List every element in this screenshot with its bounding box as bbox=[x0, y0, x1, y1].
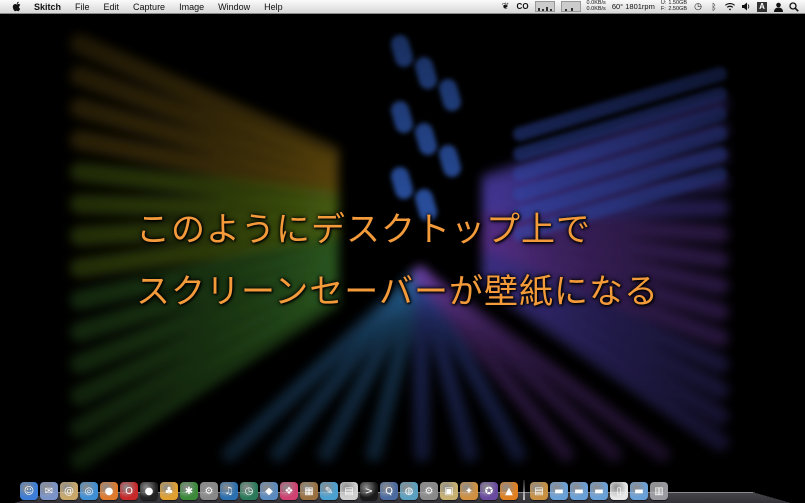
quicktime-icon[interactable]: Q bbox=[380, 482, 398, 500]
vlc-icon[interactable]: ▲ bbox=[500, 482, 518, 500]
menu-extras: ❦ CO 0.0KB/s 0.0KB/s 60° 1801rpm U: F: 1… bbox=[501, 0, 799, 13]
menu-file[interactable]: File bbox=[68, 2, 97, 12]
network-speed[interactable]: 0.0KB/s 0.0KB/s bbox=[586, 0, 606, 12]
itunes-icon[interactable]: ♫ bbox=[220, 482, 238, 500]
menu-bar: Skitch File Edit Capture Image Window He… bbox=[0, 0, 805, 14]
ninja-app-icon[interactable]: ✪ bbox=[480, 482, 498, 500]
system-preferences-icon[interactable]: ⚙ bbox=[420, 482, 438, 500]
time-machine-icon[interactable]: ◷ bbox=[240, 482, 258, 500]
time-machine-menu-icon[interactable]: ◷ bbox=[693, 1, 703, 12]
user-icon[interactable] bbox=[773, 2, 783, 12]
network-app-icon[interactable]: ◍ bbox=[400, 482, 418, 500]
gift-app-icon[interactable]: ❖ bbox=[280, 482, 298, 500]
volume-icon[interactable] bbox=[741, 2, 751, 12]
folder-stack-icon[interactable]: ▬ bbox=[550, 482, 568, 500]
mail-icon[interactable]: ✉ bbox=[40, 482, 58, 500]
cpu-graph[interactable] bbox=[534, 1, 555, 12]
photo-app-icon[interactable]: ▦ bbox=[300, 482, 318, 500]
pen-app-icon[interactable]: ✎ bbox=[320, 482, 338, 500]
firefox-icon[interactable]: ● bbox=[100, 482, 118, 500]
safari-icon[interactable]: ◎ bbox=[80, 482, 98, 500]
desktop: Skitch File Edit Capture Image Window He… bbox=[0, 0, 805, 503]
opera-icon[interactable]: O bbox=[120, 482, 138, 500]
dock: ☺ ✉ @ ◎ ● O ● ♣ ✱ ⚙ ♫ ◷ ◆ ❖ ▦ ✎ ▤ > Q ◍ ⚙ ▣ ✦ ✪ ▲ ▤ ▬ ▬ ▬ ▯ ▬ ▥ bbox=[14, 473, 791, 503]
app-stack-icon[interactable]: ▤ bbox=[530, 482, 548, 500]
menu-image[interactable]: Image bbox=[172, 2, 211, 12]
net-down-value: 0.0KB/s bbox=[586, 5, 606, 12]
screensaver-wallpaper bbox=[0, 14, 805, 503]
growl-icon[interactable]: ❦ bbox=[501, 1, 511, 12]
input-source-icon[interactable]: A bbox=[757, 1, 767, 12]
notes-app-icon[interactable]: ▤ bbox=[340, 482, 358, 500]
cpu-monitor-label[interactable]: CO bbox=[517, 2, 529, 11]
contacts-icon[interactable]: @ bbox=[60, 482, 78, 500]
mem-f-label: F: bbox=[660, 5, 666, 12]
caption-line-2: スクリーンセーバーが壁紙になる bbox=[136, 272, 659, 312]
adium-icon[interactable]: ♣ bbox=[160, 482, 178, 500]
network-graph[interactable] bbox=[560, 1, 581, 12]
menu-app-name[interactable]: Skitch bbox=[30, 2, 68, 12]
finder-icon[interactable]: ☺ bbox=[20, 482, 38, 500]
apple-menu-icon[interactable] bbox=[10, 1, 24, 12]
folder-stack-2-icon[interactable]: ▬ bbox=[630, 482, 648, 500]
box-app-icon[interactable]: ◆ bbox=[260, 482, 278, 500]
trash-icon[interactable]: ▥ bbox=[650, 482, 668, 500]
documents-stack-icon[interactable]: ▬ bbox=[570, 482, 588, 500]
terminal-icon[interactable]: > bbox=[360, 482, 378, 500]
caption-line-1: このようにデスクトップ上で bbox=[136, 210, 591, 250]
lion-app-icon[interactable]: ✦ bbox=[460, 482, 478, 500]
temp-fan-readout[interactable]: 60° 1801rpm bbox=[612, 2, 655, 11]
file-stack-icon[interactable]: ▯ bbox=[610, 482, 628, 500]
x-app-icon[interactable]: ✱ bbox=[180, 482, 198, 500]
downloads-stack-icon[interactable]: ▬ bbox=[590, 482, 608, 500]
wifi-icon[interactable] bbox=[725, 2, 735, 12]
ball-app-icon[interactable]: ● bbox=[140, 482, 158, 500]
dock-icons: ☺ ✉ @ ◎ ● O ● ♣ ✱ ⚙ ♫ ◷ ◆ ❖ ▦ ✎ ▤ > Q ◍ ⚙ ▣ ✦ ✪ ▲ ▤ ▬ ▬ ▬ ▯ ▬ ▥ bbox=[20, 480, 668, 500]
menu-help[interactable]: Help bbox=[257, 2, 290, 12]
mem-f-value: 2.50GB bbox=[668, 5, 687, 12]
menu-capture[interactable]: Capture bbox=[126, 2, 172, 12]
menu-window[interactable]: Window bbox=[211, 2, 257, 12]
utility-icon[interactable]: ⚙ bbox=[200, 482, 218, 500]
menu-edit[interactable]: Edit bbox=[97, 2, 127, 12]
bluetooth-icon[interactable]: ᛒ bbox=[709, 2, 719, 12]
dock-separator bbox=[523, 480, 525, 500]
spotlight-search-icon[interactable] bbox=[789, 1, 799, 12]
memory-readout[interactable]: U: F: 1.50GB 2.50GB bbox=[660, 0, 687, 12]
folder-app-icon[interactable]: ▣ bbox=[440, 482, 458, 500]
